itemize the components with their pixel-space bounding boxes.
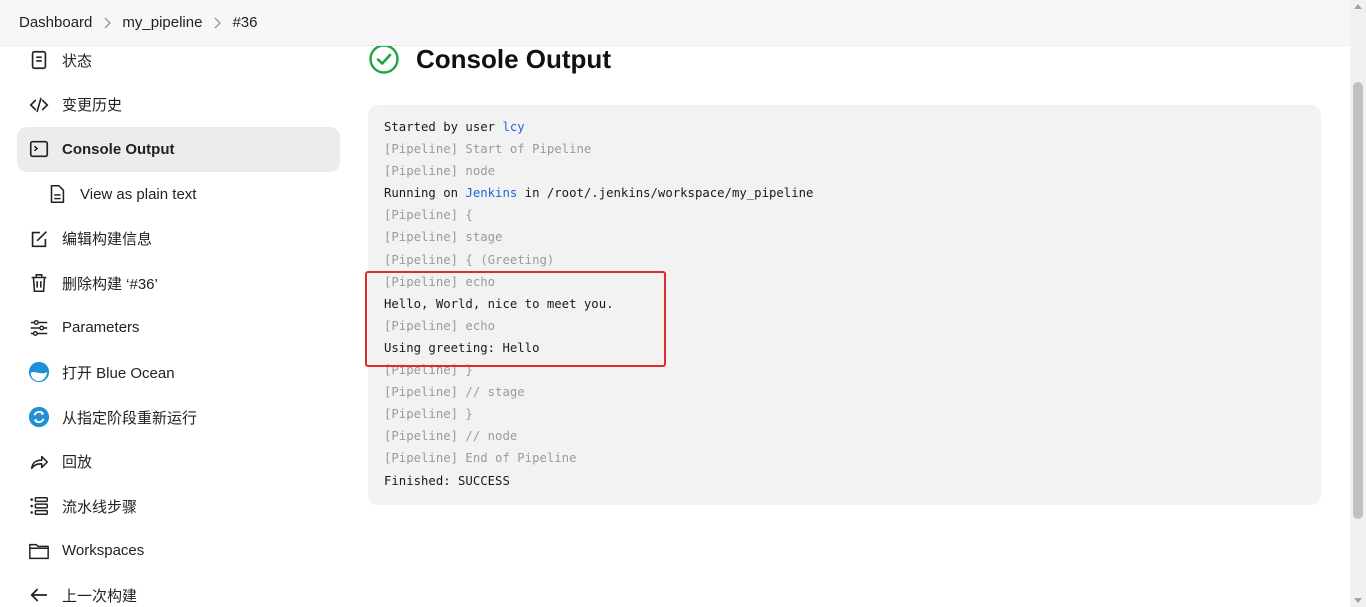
sidebar-item-label: Console Output xyxy=(62,140,175,158)
success-check-icon xyxy=(369,44,399,74)
steps-icon xyxy=(27,494,51,518)
sidebar-item-label: 变更历史 xyxy=(62,97,123,115)
console-line: Running on Jenkins in /root/.jenkins/wor… xyxy=(384,185,1321,207)
page-title: Console Output xyxy=(416,43,611,74)
breadcrumb-build[interactable]: #36 xyxy=(232,14,257,31)
sidebar-item-label: Workspaces xyxy=(62,542,145,560)
breadcrumb: Dashboard my_pipeline #36 xyxy=(0,0,1350,46)
console-line: [Pipeline] // node xyxy=(384,429,518,444)
console-line: [Pipeline] // stage xyxy=(384,385,525,400)
rerun-icon xyxy=(27,405,51,429)
file-icon xyxy=(45,182,69,206)
console-line: [Pipeline] } xyxy=(384,363,473,378)
sidebar-item-blue-ocean[interactable]: 打开 Blue Ocean xyxy=(17,350,340,395)
arrow-left-icon xyxy=(27,583,51,607)
console-text: Started by user xyxy=(384,120,503,134)
sidebar-item-label: 上一次构建 xyxy=(62,587,138,605)
console-text: Running on xyxy=(384,186,466,201)
sidebar-item-label: Parameters xyxy=(62,319,140,337)
sidebar-item-delete-build[interactable]: 删除构建 ‘#36’ xyxy=(17,261,340,306)
folder-icon xyxy=(27,539,51,563)
sliders-icon xyxy=(27,316,51,340)
vertical-scrollbar[interactable] xyxy=(1350,0,1366,607)
sidebar-item-label: View as plain text xyxy=(80,185,197,203)
console-line: [Pipeline] stage xyxy=(384,230,503,245)
console-line: [Pipeline] { xyxy=(384,208,473,223)
sidebar-item-replay[interactable]: 回放 xyxy=(17,439,340,484)
replay-icon xyxy=(27,450,51,474)
code-icon xyxy=(27,93,51,117)
sidebar-item-console-output[interactable]: Console Output xyxy=(17,127,340,172)
console-line: Using greeting: Hello xyxy=(384,340,540,355)
scrollbar-thumb[interactable] xyxy=(1353,82,1363,519)
sidebar-item-workspaces[interactable]: Workspaces xyxy=(17,529,340,574)
sidebar-item-label: 编辑构建信息 xyxy=(62,231,153,249)
scroll-up-icon[interactable] xyxy=(1354,4,1362,9)
console-line: [Pipeline] echo xyxy=(384,318,496,333)
node-link[interactable]: Jenkins xyxy=(465,186,517,200)
terminal-icon xyxy=(27,137,51,161)
document-icon xyxy=(27,48,51,72)
trash-icon xyxy=(27,271,51,295)
sidebar-item-edit-build[interactable]: 编辑构建信息 xyxy=(17,216,340,261)
console-line: [Pipeline] node xyxy=(384,164,496,179)
console-line: [Pipeline] End of Pipeline xyxy=(384,451,577,466)
sidebar-item-changes[interactable]: 变更历史 xyxy=(17,83,340,128)
console-line: [Pipeline] { (Greeting) xyxy=(384,252,555,267)
console-line: Started by user lcy xyxy=(384,119,1321,141)
scroll-down-icon[interactable] xyxy=(1354,598,1362,603)
sidebar-item-label: 删除构建 ‘#36’ xyxy=(62,275,158,293)
sidebar-item-label: 状态 xyxy=(62,52,93,70)
sidebar-item-parameters[interactable]: Parameters xyxy=(17,306,340,351)
console-line: [Pipeline] Start of Pipeline xyxy=(384,142,592,157)
sidebar: 状态 变更历史 Console Output View as plain tex… xyxy=(17,38,340,607)
sidebar-item-previous-build[interactable]: 上一次构建 xyxy=(17,573,340,607)
console-line: Hello, World, nice to meet you. xyxy=(384,296,614,311)
console-line: Finished: SUCCESS xyxy=(384,473,510,488)
sidebar-item-label: 打开 Blue Ocean xyxy=(62,364,175,382)
main-content: Console Output Started by user lcy [Pipe… xyxy=(365,38,1321,505)
chevron-right-icon xyxy=(202,17,232,29)
console-line: [Pipeline] echo xyxy=(384,274,496,289)
sidebar-item-plain-text[interactable]: View as plain text xyxy=(17,172,340,217)
chevron-right-icon xyxy=(92,17,122,29)
console-output: Started by user lcy [Pipeline] Start of … xyxy=(365,105,1321,505)
blue-ocean-icon xyxy=(27,360,51,384)
console-text: in /root/.jenkins/workspace/my_pipeline xyxy=(517,186,814,201)
breadcrumb-pipeline[interactable]: my_pipeline xyxy=(122,14,202,31)
edit-icon xyxy=(27,227,51,251)
sidebar-item-label: 回放 xyxy=(62,454,93,472)
sidebar-item-label: 流水线步骤 xyxy=(62,498,138,516)
user-link[interactable]: lcy xyxy=(502,120,524,134)
sidebar-item-restart-stage[interactable]: 从指定阶段重新运行 xyxy=(17,395,340,440)
console-line: [Pipeline] } xyxy=(384,407,473,422)
sidebar-item-label: 从指定阶段重新运行 xyxy=(62,409,198,427)
sidebar-item-pipeline-steps[interactable]: 流水线步骤 xyxy=(17,484,340,529)
breadcrumb-dashboard[interactable]: Dashboard xyxy=(19,14,92,31)
